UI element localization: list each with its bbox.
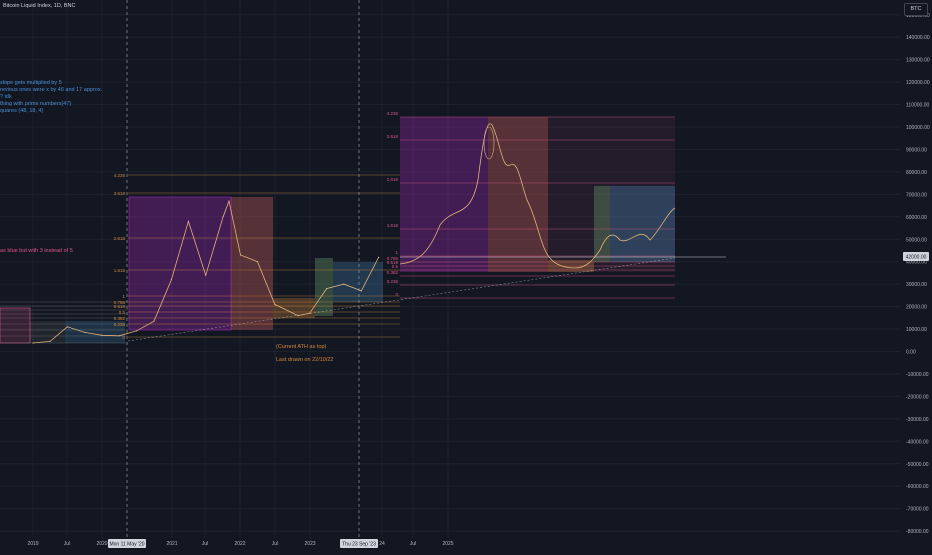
fib-label-left: 1	[122, 294, 125, 299]
price-point	[378, 256, 380, 258]
price-point	[66, 326, 68, 328]
x-tick-label: Jul	[64, 541, 70, 547]
note-line: thing with prime numbers(47)	[0, 101, 72, 107]
blue-box-right	[610, 186, 675, 262]
fib-label-right: 0.236	[387, 279, 399, 284]
y-tick-label: -40000.00	[906, 439, 929, 445]
fib-label-left: 2.618	[114, 236, 126, 241]
y-tick-label: -60000.00	[906, 484, 929, 490]
purple-box-left	[128, 196, 232, 331]
x-tick-label: 2019	[27, 541, 38, 547]
fib-label-left: 1.618	[114, 268, 126, 273]
last-price-label: 42000.00	[906, 255, 927, 261]
fib-label-left: 0.382	[114, 316, 126, 321]
chart: 4.236 3.618 2.618 1.618 1 0.786 0.618 0.5 0.382 0…	[0, 0, 932, 550]
note-line: revious ones were x by 46 and 17 approx.	[0, 87, 103, 93]
note-line: ? idk	[0, 94, 12, 100]
y-tick-label: -80000.00	[906, 529, 929, 535]
fib-label-left: 4.236	[114, 173, 126, 178]
x-tick-label: 2021	[166, 541, 177, 547]
price-point	[228, 200, 230, 202]
price-point	[222, 216, 224, 218]
fib-label-right: 1	[395, 250, 398, 255]
x-tick-label: 2020	[96, 541, 107, 547]
symbol-button[interactable]: BTC	[904, 3, 928, 16]
x-tick-label: Jul	[202, 541, 208, 547]
note-line: quares (48, 18, 4)	[0, 108, 44, 114]
price-point	[32, 342, 34, 344]
y-tick-label: 120000.00	[906, 80, 930, 86]
y-tick-label: 110000.00	[906, 103, 929, 109]
price-point	[297, 314, 299, 317]
chart-title: Bitcoin Liquid Index, 1D, BNC	[3, 3, 76, 9]
y-tick-label: -20000.00	[906, 394, 929, 400]
y-tick-label: 130000.00	[906, 58, 930, 64]
cursor-date-label: Mon 11 May '20	[109, 542, 144, 548]
price-point	[49, 340, 51, 342]
y-tick-label: 0.00	[906, 350, 916, 356]
y-tick-label: 50000.00	[906, 237, 927, 243]
fib-label-right: 3.618	[387, 134, 399, 139]
note-line: slope gets multiplied by 5	[0, 80, 62, 86]
x-tick-label: 24	[379, 541, 385, 547]
x-tick-label: 2025	[442, 541, 453, 547]
fib-label-right: 0.5	[392, 264, 399, 269]
y-tick-label: 70000.00	[906, 192, 927, 198]
chart-svg: 4.2363.6182.6181.61810.7860.6180.50.3820…	[0, 0, 930, 548]
y-tick-label: -70000.00	[906, 507, 929, 513]
price-point	[274, 303, 276, 305]
price-point	[118, 335, 120, 337]
y-tick-label: -30000.00	[906, 417, 929, 423]
price-point	[360, 290, 362, 292]
gray-box-small	[30, 321, 65, 343]
price-point	[343, 283, 345, 285]
price-point	[84, 331, 86, 334]
drawn-note: Last drawn on 22/10/22	[276, 357, 334, 363]
price-point	[326, 288, 328, 290]
x-tick-label: Jul	[272, 541, 278, 547]
y-tick-label: 60000.00	[906, 215, 927, 221]
fib-label-left: 0.236	[114, 322, 126, 327]
x-tick-label: Jul	[410, 541, 416, 547]
y-tick-label: 140000.00	[906, 35, 930, 41]
y-tick-label: 30000.00	[906, 282, 927, 288]
y-tick-label: 10000.00	[906, 327, 927, 333]
y-tick-label: 80000.00	[906, 170, 927, 176]
green-box-right	[594, 186, 610, 262]
fib-label-right: 4.236	[387, 111, 399, 116]
cursor-date-label: Thu 23 Sep '23	[342, 542, 376, 548]
x-tick-label: 2022	[234, 541, 245, 547]
price-point	[309, 312, 311, 314]
fib-label-right: 0.382	[387, 270, 399, 275]
price-point	[170, 279, 172, 281]
x-tick-label: 2023	[304, 541, 315, 547]
pink-note: as blue but with 3 instead of 5	[0, 248, 73, 254]
y-tick-label: -50000.00	[906, 462, 929, 468]
green-box-left	[315, 258, 333, 316]
orange-box-left	[273, 298, 315, 318]
fib-label-right: 1.618	[387, 223, 399, 228]
price-point	[256, 261, 259, 263]
fib-label-left: 0.618	[114, 304, 126, 309]
price-point	[187, 220, 190, 222]
y-tick-label: 100000.00	[906, 125, 930, 131]
fib-label-left: 3.618	[114, 191, 126, 196]
fib-label-right: 2.618	[387, 177, 399, 182]
price-point	[135, 330, 138, 332]
y-tick-label: -10000.00	[906, 372, 929, 378]
notes-block: slope gets multiplied by 5 revious ones …	[0, 80, 102, 115]
fib-label-left: 0.5	[119, 310, 126, 315]
y-tick-label: 20000.00	[906, 305, 927, 311]
y-tick-label: 90000.00	[906, 147, 927, 153]
price-point	[205, 274, 207, 276]
price-point	[153, 320, 155, 322]
red-box-left	[231, 197, 273, 330]
price-point	[101, 334, 103, 336]
pink-box-small	[0, 307, 31, 344]
ath-note: (Current ATH as top)	[276, 344, 327, 350]
price-point	[239, 254, 242, 256]
